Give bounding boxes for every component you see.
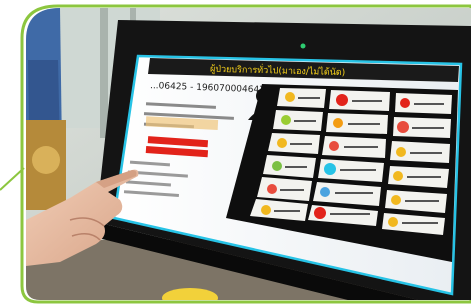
lungs-icon xyxy=(388,217,398,227)
stethoscope-icon xyxy=(320,187,330,197)
heart-icon xyxy=(336,94,348,106)
ambulance-icon xyxy=(285,92,295,102)
medicine-icon xyxy=(281,115,291,125)
heart-icon xyxy=(267,184,277,194)
window-bar xyxy=(100,8,108,138)
tooth-icon xyxy=(333,118,343,128)
yellow-object xyxy=(162,288,218,300)
vaccine-icon xyxy=(397,121,409,133)
eye-icon xyxy=(329,141,339,151)
kiosk-photo: ผู้ป่วยบริการทั่วไป(มาเอง/ไม่ได้นัด) ...… xyxy=(0,0,471,308)
tooth-icon xyxy=(391,195,401,205)
baby-icon xyxy=(261,205,271,215)
ornament-detail xyxy=(32,146,60,174)
eye-icon xyxy=(393,171,403,181)
camera-led xyxy=(300,43,306,49)
vaccine-icon xyxy=(277,138,287,148)
x-mark-icon xyxy=(314,207,326,219)
green-callout-line xyxy=(0,167,25,191)
photo-canvas: ผู้ป่วยบริการทั่วไป(มาเอง/ไม่ได้นัด) ...… xyxy=(0,4,471,304)
baby-icon xyxy=(396,147,406,157)
medicine-icon xyxy=(400,98,410,108)
lungs-icon xyxy=(324,163,336,175)
stethoscope-icon xyxy=(272,161,282,171)
